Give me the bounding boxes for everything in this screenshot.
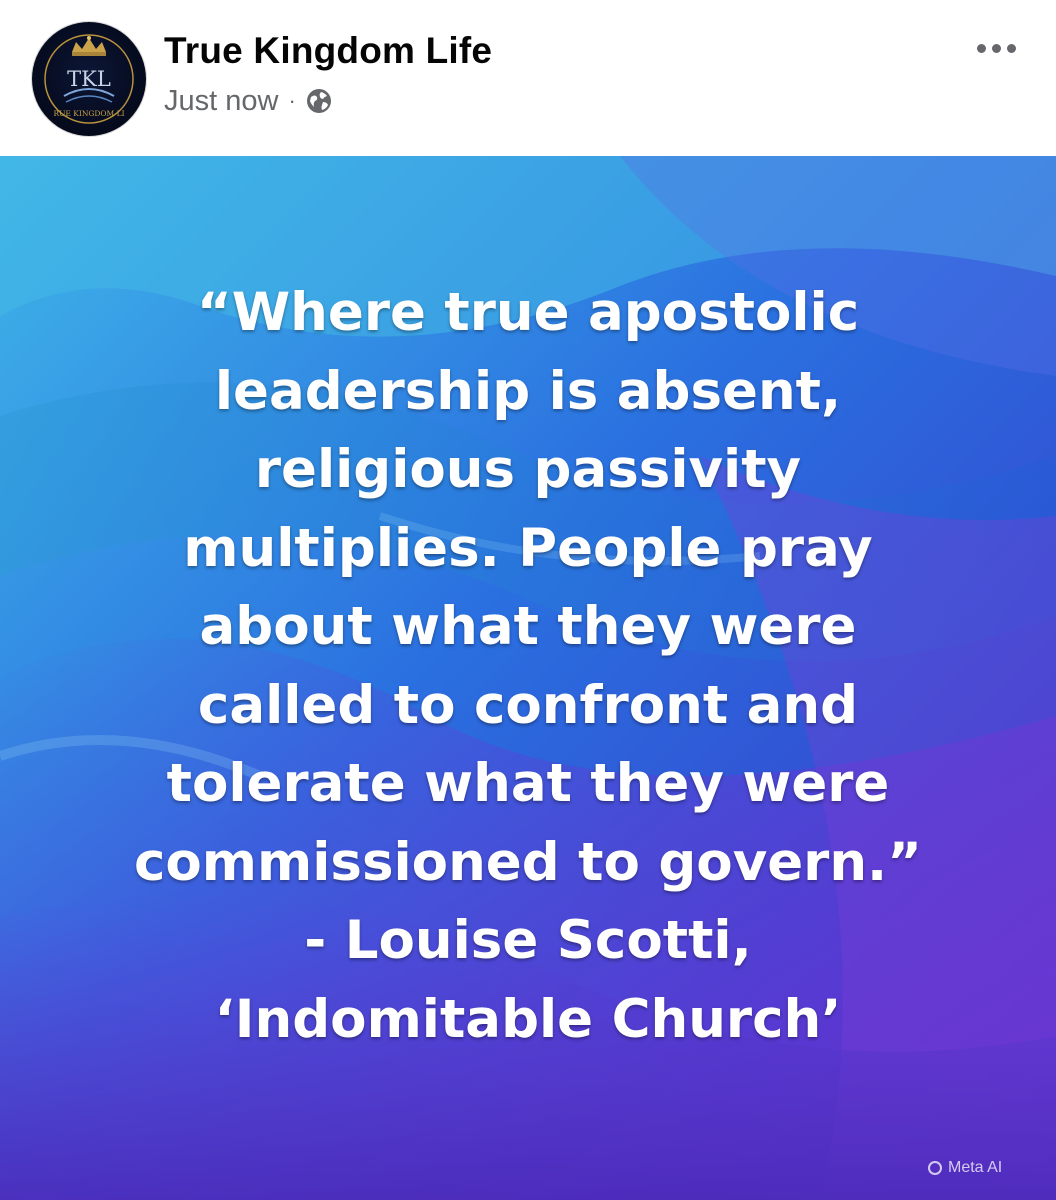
facebook-post: TKL RUE KINGDOM LI True Kingdom Life Jus… [0,0,1056,1200]
quote-line: “Where true apostolic [196,282,860,343]
quote-source: ‘Indomitable Church’ [214,988,842,1050]
meta-separator: · [288,88,296,113]
avatar-ring-text: RUE KINGDOM LI [53,109,124,118]
more-options-icon[interactable] [964,28,1028,68]
page-avatar[interactable]: TKL RUE KINGDOM LI [32,22,146,136]
more-dot [1006,43,1016,53]
quote-line: commissioned to govern.” [133,831,923,893]
crown-logo: TKL RUE KINGDOM LI [44,34,134,124]
meta-ai-watermark: Meta AI [928,1159,1002,1177]
more-dot [991,43,1001,53]
quote-line: about what they were [199,596,857,657]
post-meta: Just now · [164,82,332,120]
quote-line: tolerate what they were [166,753,890,814]
avatar-monogram: TKL [67,67,111,91]
more-dot [976,43,986,53]
page-name[interactable]: True Kingdom Life [164,30,492,72]
post-image[interactable]: “Where true apostolic leadership is abse… [0,156,1056,1200]
quote-line: leadership is absent, [214,360,842,422]
quote-line: called to confront and [197,674,859,736]
post-header: TKL RUE KINGDOM LI True Kingdom Life Jus… [0,0,1056,156]
meta-ai-icon [928,1161,942,1175]
post-timestamp[interactable]: Just now [164,85,278,118]
quote-line: multiplies. People pray [183,517,873,579]
globe-icon[interactable] [306,88,332,114]
quote-line: religious passivity [254,439,802,500]
quote-text: “Where true apostolic leadership is abse… [0,274,1056,1059]
watermark-text: Meta AI [948,1159,1003,1176]
quote-attribution: - Louise Scotti, [304,910,752,971]
